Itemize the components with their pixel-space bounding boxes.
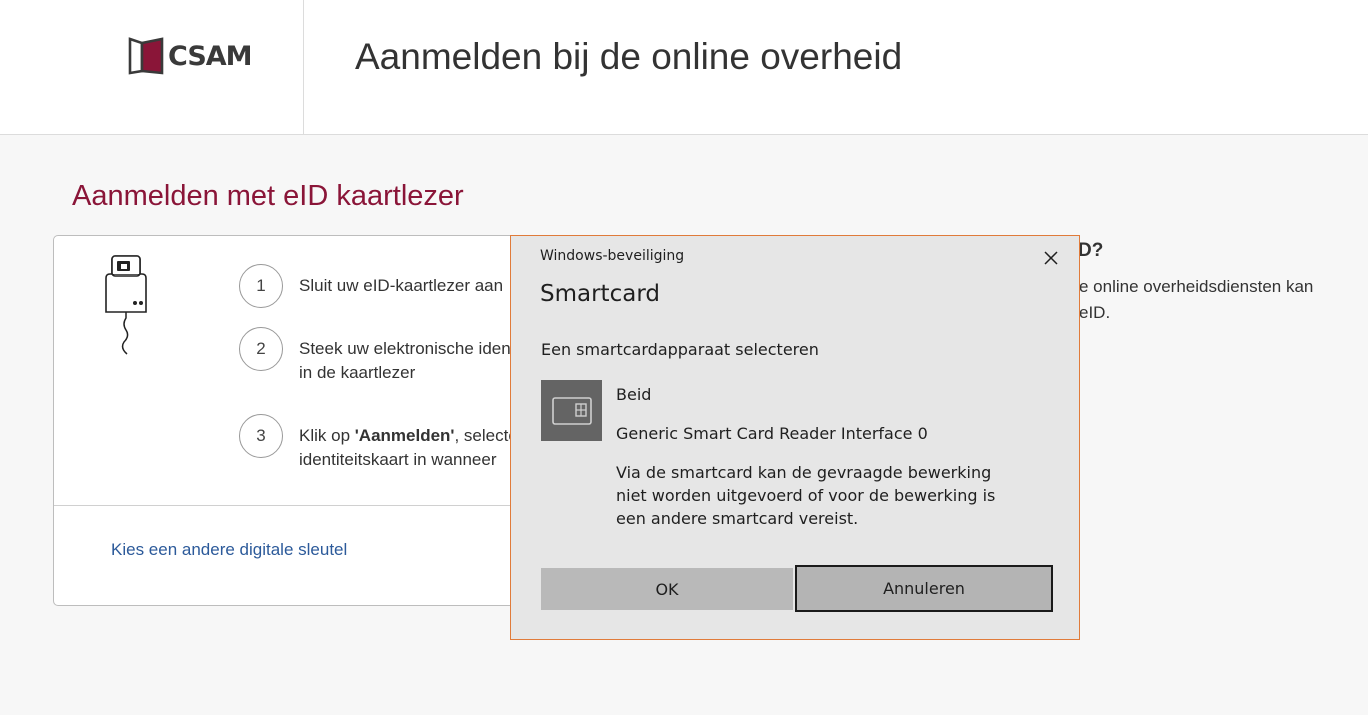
step-1-text: Sluit uw eID-kaartlezer aan (299, 276, 504, 295)
info-column: D? e online overheidsdiensten kan eID. (1080, 240, 1368, 326)
info-text-line2: eID. (1080, 303, 1111, 322)
step-3-bold: 'Aanmelden' (354, 426, 455, 445)
close-button[interactable] (1039, 246, 1063, 270)
step-2-number: 2 (239, 327, 283, 371)
windows-security-dialog: Windows-beveiliging Smartcard Een smartc… (510, 235, 1080, 640)
dialog-title: Smartcard (540, 281, 660, 307)
step-3-line2: identiteitskaart in wanneer (299, 450, 497, 469)
step-3-prefix: Klik op (299, 426, 355, 445)
device-name[interactable]: Beid (616, 385, 651, 404)
card-divider (54, 505, 532, 506)
device-message: Via de smartcard kan de gevraagde bewerk… (616, 463, 996, 528)
header: CSAM Aanmelden bij de online overheid (0, 0, 1368, 135)
step-1-number: 1 (239, 264, 283, 308)
step-3-number: 3 (239, 414, 283, 458)
cancel-button[interactable]: Annuleren (795, 565, 1053, 612)
smartcard-icon[interactable] (541, 380, 602, 441)
dialog-caption: Windows-beveiliging (540, 248, 685, 264)
page-title: Aanmelden bij de online overheid (355, 36, 903, 77)
dialog-subtitle: Een smartcardapparaat selecteren (541, 340, 819, 359)
logo-area: CSAM (0, 0, 304, 134)
card-reader-icon (102, 254, 162, 364)
close-icon (1044, 251, 1058, 265)
csam-logo-icon (128, 37, 164, 75)
step-2-line2: in de kaartlezer (299, 363, 416, 382)
logo-text: CSAM (168, 40, 253, 72)
ok-button[interactable]: OK (541, 568, 793, 610)
step-3-suffix: , selecte (454, 426, 518, 445)
info-heading: D? (1080, 240, 1104, 261)
section-heading: Aanmelden met eID kaartlezer (72, 180, 464, 212)
login-card: 1 Sluit uw eID-kaartlezer aan 2 Steek uw… (53, 235, 533, 606)
step-3-text: Klik op 'Aanmelden', selecte identiteits… (299, 424, 518, 472)
step-2-text: Steek uw elektronische iden in de kaartl… (299, 337, 511, 385)
device-reader[interactable]: Generic Smart Card Reader Interface 0 (616, 424, 928, 443)
step-2-line1: Steek uw elektronische iden (299, 339, 511, 358)
info-text: e online overheidsdiensten kan eID. (1080, 274, 1368, 326)
choose-other-key-link[interactable]: Kies een andere digitale sleutel (111, 540, 347, 560)
info-text-line1: e online overheidsdiensten kan (1080, 277, 1314, 296)
csam-logo[interactable]: CSAM (128, 37, 253, 75)
